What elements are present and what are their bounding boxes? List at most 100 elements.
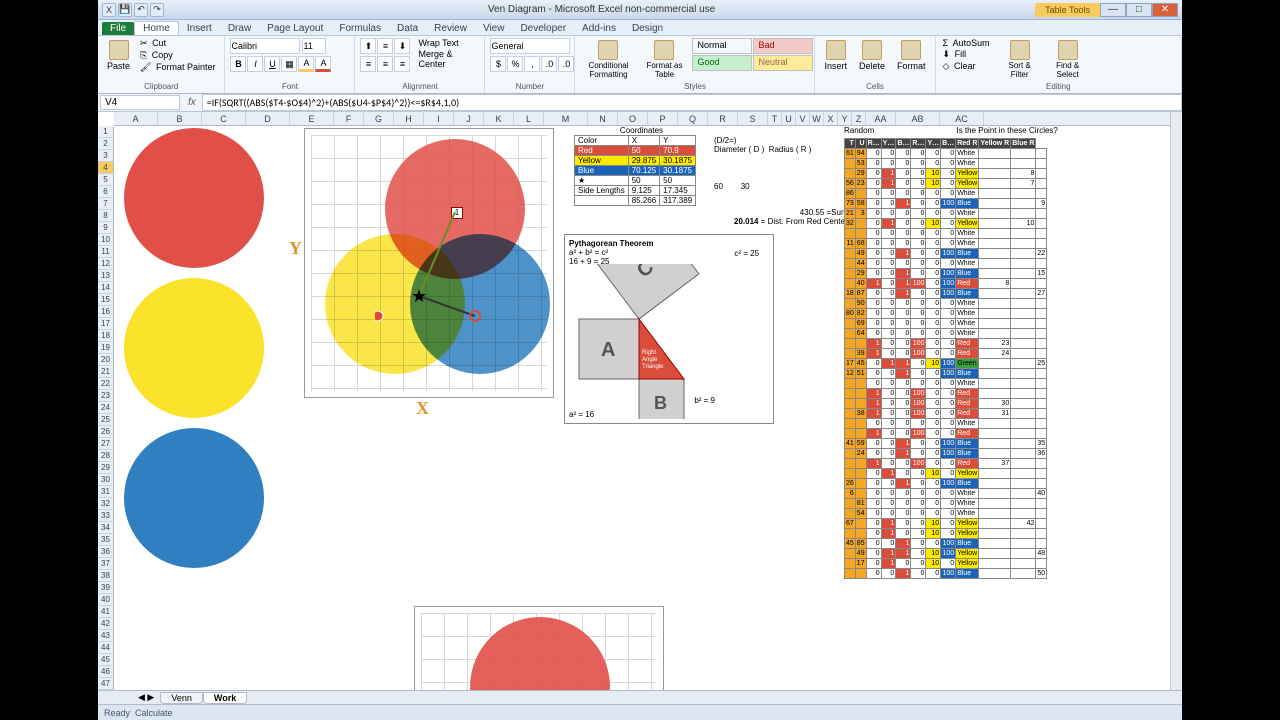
find-select[interactable]: Find & Select xyxy=(1046,38,1090,81)
venn-diagram-chart[interactable]: 1 ★ xyxy=(304,128,554,398)
alignment-group: ⬆≡⬇ ≡≡≡ Wrap Text Merge & Center Alignme… xyxy=(355,36,485,93)
minimize-button[interactable]: — xyxy=(1100,3,1126,17)
align-center[interactable]: ≡ xyxy=(377,56,393,72)
format-painter-button[interactable]: 🖌 Format Painter xyxy=(138,62,219,73)
sheet-tab-bar: ◀ ▶ Venn Work xyxy=(98,690,1182,704)
fx-icon[interactable]: fx xyxy=(182,97,202,108)
coordinates-table: ColorXYRed5070.9Yellow29.87530.1875Blue7… xyxy=(574,135,696,206)
tab-design[interactable]: Design xyxy=(624,22,671,35)
x-axis-label: X xyxy=(416,398,429,419)
sum-dist-readout: 430.55 =Sum 20.014 = Dist. From Red Cent… xyxy=(734,208,848,226)
tab-insert[interactable]: Insert xyxy=(179,22,220,35)
align-right[interactable]: ≡ xyxy=(394,56,410,72)
pythagorean-diagram: Pythagorean Theorem a² + b² = c² 16 + 9 … xyxy=(564,234,774,424)
column-headers[interactable]: ABCDEFGHIJKLMNOPQRSTUVWXYZAAABAC xyxy=(114,112,1170,126)
merge-button[interactable]: Merge & Center xyxy=(416,49,479,69)
format-cells[interactable]: Format xyxy=(893,38,930,73)
conditional-formatting[interactable]: Conditional Formatting xyxy=(580,38,636,81)
insert-cells[interactable]: Insert xyxy=(820,38,851,73)
fill-button[interactable]: ⬇ Fill xyxy=(941,49,994,60)
percent-button[interactable]: % xyxy=(507,56,523,72)
excel-icon[interactable]: X xyxy=(102,3,116,17)
ribbon-tab-strip: FileHomeInsertDrawPage LayoutFormulasDat… xyxy=(98,20,1182,36)
tab-formulas[interactable]: Formulas xyxy=(331,22,389,35)
context-tab-label[interactable]: Table Tools xyxy=(1035,3,1100,17)
clear-button[interactable]: ◇ Clear xyxy=(941,61,994,72)
formula-bar: V4 fx =IF(SQRT((ABS($T4-$O$4)^2)+(ABS($U… xyxy=(98,94,1182,112)
italic-button[interactable]: I xyxy=(247,56,263,72)
tab-developer[interactable]: Developer xyxy=(512,22,574,35)
venn-vector-arrows: ★ xyxy=(375,204,495,324)
font-color-button[interactable]: A xyxy=(315,56,331,72)
underline-button[interactable]: U xyxy=(264,56,280,72)
sort-filter[interactable]: Sort & Filter xyxy=(998,38,1042,81)
yellow-circle-solid xyxy=(124,278,264,418)
copy-button[interactable]: ⎘ Copy xyxy=(138,50,219,61)
align-left[interactable]: ≡ xyxy=(360,56,376,72)
align-bot[interactable]: ⬇ xyxy=(394,38,410,54)
random-points-table[interactable]: TUR…Y…B…R…Y…B…Red RYellow RBlue R6194000… xyxy=(844,138,1047,579)
cell-styles-gallery[interactable]: Normal Bad Good Neutral xyxy=(692,38,813,71)
tab-data[interactable]: Data xyxy=(389,22,426,35)
paste-button[interactable]: Paste xyxy=(103,38,134,73)
border-button[interactable]: ▦ xyxy=(281,56,297,72)
cut-button[interactable]: ✂ Cut xyxy=(138,38,219,49)
redo-icon[interactable]: ↷ xyxy=(150,3,164,17)
save-icon[interactable]: 💾 xyxy=(118,3,132,17)
tab-add-ins[interactable]: Add-ins xyxy=(574,22,624,35)
maximize-button[interactable]: □ xyxy=(1126,3,1152,17)
fill-color-button[interactable]: A xyxy=(298,56,314,72)
clipboard-group: Paste ✂ Cut ⎘ Copy 🖌 Format Painter Clip… xyxy=(98,36,225,93)
wrap-text-button[interactable]: Wrap Text xyxy=(416,38,479,48)
styles-group: Conditional Formatting Format as Table N… xyxy=(575,36,815,93)
row-headers[interactable]: 1234567891011121314151617181920212223242… xyxy=(98,126,114,690)
red-circle-solid xyxy=(124,128,264,268)
comma-button[interactable]: , xyxy=(524,56,540,72)
currency-button[interactable]: $ xyxy=(490,56,506,72)
dec-decimal[interactable]: .0 xyxy=(558,56,574,72)
align-mid[interactable]: ≡ xyxy=(377,38,393,54)
editing-group: Σ AutoSum ⬇ Fill ◇ Clear Sort & Filter F… xyxy=(936,36,1182,93)
autosum-button[interactable]: Σ AutoSum xyxy=(941,38,994,48)
coordinates-section: Coordinates ColorXYRed5070.9Yellow29.875… xyxy=(574,126,709,206)
title-bar: X 💾 ↶ ↷ Ven Diagram - Microsoft Excel no… xyxy=(98,0,1182,20)
tab-home[interactable]: Home xyxy=(134,21,179,35)
bold-button[interactable]: B xyxy=(230,56,246,72)
svg-text:Angle: Angle xyxy=(642,357,658,363)
vertical-scrollbar[interactable] xyxy=(1170,112,1182,690)
svg-text:Triangle: Triangle xyxy=(642,364,664,370)
tab-view[interactable]: View xyxy=(475,22,513,35)
venn-bottom-chart[interactable] xyxy=(414,606,664,701)
tab-file[interactable]: File xyxy=(102,22,134,35)
font-name-input[interactable] xyxy=(230,38,300,54)
tab-review[interactable]: Review xyxy=(426,22,475,35)
ribbon: Paste ✂ Cut ⎘ Copy 🖌 Format Painter Clip… xyxy=(98,36,1182,94)
format-as-table[interactable]: Format as Table xyxy=(640,38,688,81)
undo-icon[interactable]: ↶ xyxy=(134,3,148,17)
worksheet-area[interactable]: ABCDEFGHIJKLMNOPQRSTUVWXYZAAABAC 1234567… xyxy=(98,112,1182,704)
font-size-input[interactable] xyxy=(302,38,326,54)
number-group: $ % , .0 .0 Number xyxy=(485,36,575,93)
svg-text:B: B xyxy=(654,393,667,413)
svg-text:Right: Right xyxy=(642,350,656,356)
formula-input[interactable]: =IF(SQRT((ABS($T4-$O$4)^2)+(ABS($U4-$P$4… xyxy=(202,94,1182,111)
status-bar: Ready Calculate xyxy=(98,704,1182,720)
cells-group: Insert Delete Format Cells xyxy=(815,36,935,93)
tab-page-layout[interactable]: Page Layout xyxy=(259,22,331,35)
svg-text:A: A xyxy=(601,339,615,361)
excel-window: X 💾 ↶ ↷ Ven Diagram - Microsoft Excel no… xyxy=(98,0,1182,720)
sheet-tab-venn[interactable]: Venn xyxy=(160,692,203,704)
quick-access-toolbar: X 💾 ↶ ↷ xyxy=(102,3,164,17)
inc-decimal[interactable]: .0 xyxy=(541,56,557,72)
name-box[interactable]: V4 xyxy=(100,95,180,110)
font-group: B I U ▦ A A Font xyxy=(225,36,355,93)
delete-cells[interactable]: Delete xyxy=(855,38,889,73)
sheet-tab-work[interactable]: Work xyxy=(203,692,247,704)
close-button[interactable]: ✕ xyxy=(1152,3,1178,17)
svg-text:★: ★ xyxy=(411,286,427,306)
number-format-select[interactable] xyxy=(490,38,570,54)
y-axis-label: Y xyxy=(289,238,302,259)
grid-canvas[interactable]: 1 ★ Y X Coordinates ColorXYRed5070.9Yell… xyxy=(114,126,1170,690)
align-top[interactable]: ⬆ xyxy=(360,38,376,54)
tab-draw[interactable]: Draw xyxy=(220,22,259,35)
